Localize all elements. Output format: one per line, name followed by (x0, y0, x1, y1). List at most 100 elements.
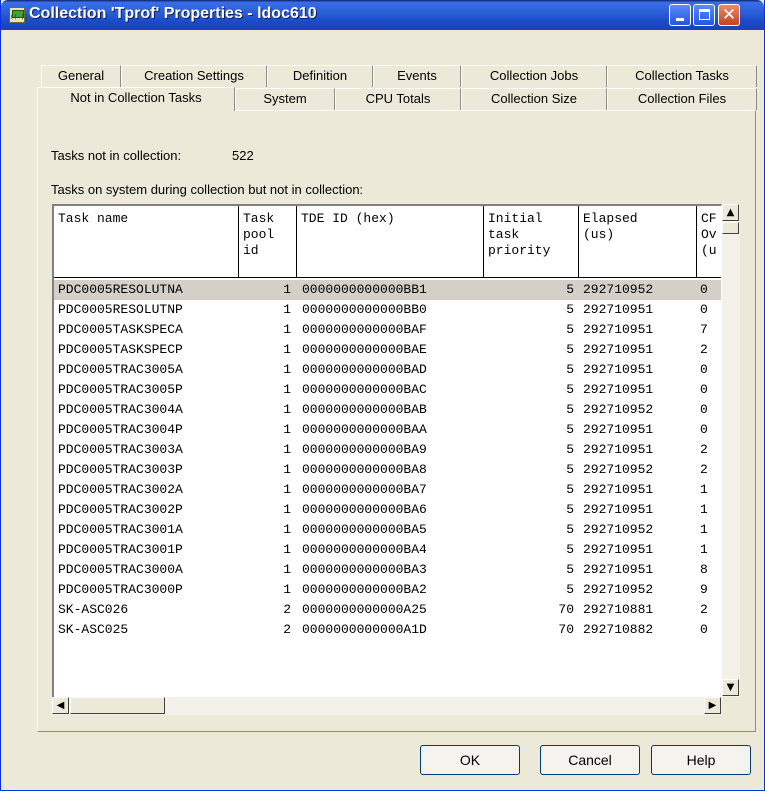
table-row[interactable]: PDC0005TRAC3002P 1 0000000000000BA6 5 292710… (54, 500, 721, 520)
cell-task-pool-id: 1 (283, 302, 291, 317)
minimize-icon (676, 18, 684, 21)
horizontal-scrollbar[interactable]: ◀ ▶ (52, 697, 722, 715)
cell-task-name: SK-ASC026 (58, 602, 129, 617)
column-header-initial-priority[interactable]: Initial task priority (484, 206, 579, 278)
cell-task-name: PDC0005TRAC3000A (58, 562, 183, 577)
tab-events[interactable]: Events (373, 65, 461, 87)
tab-creation-settings[interactable]: Creation Settings (121, 65, 267, 87)
cell-task-pool-id: 1 (283, 342, 291, 357)
cell-task-name: PDC0005TRAC3001A (58, 522, 183, 537)
cell-task-pool-id: 1 (283, 542, 291, 557)
cell-initial-priority: 5 (566, 442, 574, 457)
cell-tde-id: 0000000000000BAD (302, 362, 427, 377)
cell-elapsed: 292710952 (583, 282, 654, 297)
tab-definition[interactable]: Definition (267, 65, 373, 87)
cell-task-name: PDC0005TRAC3000P (58, 582, 183, 597)
tab-system[interactable]: System (235, 88, 335, 110)
table-row[interactable]: PDC0005RESOLUTNA 1 0000000000000BB1 5 292710… (54, 280, 721, 300)
scroll-left-button[interactable]: ◀ (52, 697, 69, 714)
horizontal-scroll-thumb[interactable] (70, 697, 165, 714)
close-button[interactable]: ✕ (718, 4, 740, 26)
column-header-task-name[interactable]: Task name (54, 206, 239, 278)
column-header-tde-id[interactable]: TDE ID (hex) (297, 206, 484, 278)
tab-collection-tasks[interactable]: Collection Tasks (607, 65, 757, 87)
cell-cpu-overhead: 2 (700, 462, 708, 477)
table-row[interactable]: PDC0005TRAC3004P 1 0000000000000BAA 5 292710… (54, 420, 721, 440)
help-button[interactable]: Help (651, 745, 751, 775)
cell-task-pool-id: 2 (283, 602, 291, 617)
table-row[interactable]: SK-ASC026 2 0000000000000A25 70 292710881 2 (54, 600, 721, 620)
scroll-up-button[interactable]: ▲ (722, 204, 739, 221)
cell-tde-id: 0000000000000BAE (302, 342, 427, 357)
table-row[interactable]: PDC0005TASKSPECA 1 0000000000000BAF 5 292710… (54, 320, 721, 340)
cell-task-name: PDC0005TRAC3003A (58, 442, 183, 457)
tab-collection-files[interactable]: Collection Files (607, 88, 757, 110)
cell-tde-id: 0000000000000BA4 (302, 542, 427, 557)
minimize-button[interactable] (669, 4, 691, 26)
vertical-scroll-thumb[interactable] (722, 222, 739, 234)
cell-task-name: PDC0005RESOLUTNP (58, 302, 183, 317)
table-row[interactable]: PDC0005TRAC3001A 1 0000000000000BA5 5 292710… (54, 520, 721, 540)
tab-collection-size[interactable]: Collection Size (461, 88, 607, 110)
scroll-right-button[interactable]: ▶ (704, 697, 721, 714)
table-row[interactable]: PDC0005TRAC3003A 1 0000000000000BA9 5 292710… (54, 440, 721, 460)
table-row[interactable]: PDC0005RESOLUTNP 1 0000000000000BB0 5 292710… (54, 300, 721, 320)
cell-tde-id: 0000000000000BA8 (302, 462, 427, 477)
cell-tde-id: 0000000000000BA7 (302, 482, 427, 497)
tab-general[interactable]: General (41, 65, 121, 87)
tab-not-in-collection-tasks[interactable]: Not in Collection Tasks (37, 87, 235, 111)
table-row[interactable]: PDC0005TRAC3005P 1 0000000000000BAC 5 292710… (54, 380, 721, 400)
cell-initial-priority: 5 (566, 502, 574, 517)
table-row[interactable]: SK-ASC025 2 0000000000000A1D 70 292710882 0 (54, 620, 721, 640)
cell-initial-priority: 5 (566, 322, 574, 337)
cell-initial-priority: 70 (558, 602, 574, 617)
cell-initial-priority: 5 (566, 342, 574, 357)
cell-tde-id: 0000000000000BA6 (302, 502, 427, 517)
table-row[interactable]: PDC0005TRAC3004A 1 0000000000000BAB 5 292710… (54, 400, 721, 420)
cell-task-pool-id: 1 (283, 422, 291, 437)
cell-tde-id: 0000000000000A1D (302, 622, 427, 637)
properties-dialog: Collection 'Tprof' Properties - ldoc610 … (0, 0, 765, 791)
cell-initial-priority: 5 (566, 302, 574, 317)
column-header-elapsed[interactable]: Elapsed (us) (579, 206, 697, 278)
scroll-down-button[interactable]: ▼ (722, 679, 739, 696)
cell-elapsed: 292710951 (583, 442, 654, 457)
cell-task-name: PDC0005TRAC3005A (58, 362, 183, 377)
cell-cpu-overhead: 1 (700, 522, 708, 537)
table-row[interactable]: PDC0005TRAC3002A 1 0000000000000BA7 5 292710… (54, 480, 721, 500)
table-row[interactable]: PDC0005TASKSPECP 1 0000000000000BAE 5 292710… (54, 340, 721, 360)
column-header-cpu-overhead[interactable]: CF Ov (u (697, 206, 721, 278)
cell-task-pool-id: 1 (283, 562, 291, 577)
table-row[interactable]: PDC0005TRAC3005A 1 0000000000000BAD 5 292710… (54, 360, 721, 380)
cancel-button[interactable]: Cancel (540, 745, 640, 775)
table-row[interactable]: PDC0005TRAC3000A 1 0000000000000BA3 5 292710… (54, 560, 721, 580)
cell-task-name: PDC0005TRAC3001P (58, 542, 183, 557)
table-row[interactable]: PDC0005TRAC3003P 1 0000000000000BA8 5 292710… (54, 460, 721, 480)
cell-task-pool-id: 1 (283, 502, 291, 517)
cell-cpu-overhead: 8 (700, 562, 708, 577)
table-row[interactable]: PDC0005TRAC3000P 1 0000000000000BA2 5 292710… (54, 580, 721, 600)
tab-cpu-totals[interactable]: CPU Totals (335, 88, 461, 110)
tab-collection-jobs[interactable]: Collection Jobs (461, 65, 607, 87)
cell-elapsed: 292710951 (583, 342, 654, 357)
cell-task-name: PDC0005RESOLUTNA (58, 282, 183, 297)
maximize-button[interactable] (693, 4, 715, 26)
cell-elapsed: 292710952 (583, 462, 654, 477)
table-row[interactable]: PDC0005TRAC3001P 1 0000000000000BA4 5 292710… (54, 540, 721, 560)
cell-cpu-overhead: 1 (700, 502, 708, 517)
column-header-task-pool-id[interactable]: Task pool id (239, 206, 297, 278)
title-bar[interactable]: Collection 'Tprof' Properties - ldoc610 … (1, 0, 764, 30)
cell-task-pool-id: 1 (283, 382, 291, 397)
ok-button[interactable]: OK (420, 745, 520, 775)
cell-elapsed: 292710951 (583, 482, 654, 497)
cell-task-pool-id: 1 (283, 462, 291, 477)
cell-task-pool-id: 1 (283, 362, 291, 377)
cell-elapsed: 292710951 (583, 302, 654, 317)
cell-task-pool-id: 1 (283, 282, 291, 297)
cell-cpu-overhead: 9 (700, 582, 708, 597)
cell-initial-priority: 5 (566, 462, 574, 477)
cell-elapsed: 292710951 (583, 422, 654, 437)
vertical-scrollbar[interactable]: ▲ ▼ (722, 204, 740, 697)
cell-task-name: SK-ASC025 (58, 622, 129, 637)
tasks-table[interactable]: Task name Task pool id TDE ID (hex) Init… (52, 204, 722, 715)
